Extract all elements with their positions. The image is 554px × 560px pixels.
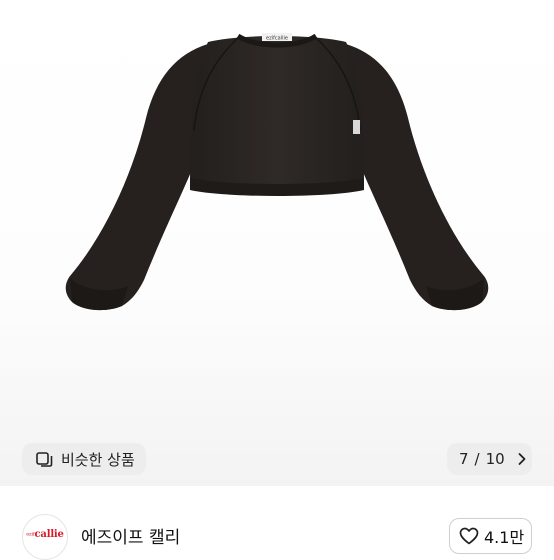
similar-items-icon	[36, 452, 53, 467]
image-pager[interactable]: 7 / 10	[447, 443, 532, 475]
seller-name[interactable]: 에즈이프 캘리	[81, 523, 180, 548]
heart-outline-icon	[459, 527, 479, 545]
pager-total: 10	[485, 450, 505, 468]
pager-separator: /	[474, 450, 480, 468]
seller-avatar[interactable]: ezifcallie	[22, 514, 68, 560]
similar-items-button[interactable]: 비슷한 상품	[22, 443, 146, 475]
like-count: 4.1만	[484, 528, 525, 547]
similar-items-label: 비슷한 상품	[61, 450, 135, 469]
product-photo: ezifcallie	[65, 33, 489, 311]
avatar-logo: ezifcallie	[26, 529, 64, 540]
like-button[interactable]: 4.1만	[449, 518, 532, 554]
product-image-gallery[interactable]: ezifcallie 비슷한 상품 7 / 10	[0, 0, 554, 486]
pager-current: 7	[459, 450, 469, 468]
garment-tag-text: ezifcallie	[266, 36, 288, 42]
chevron-right-icon	[518, 453, 526, 465]
